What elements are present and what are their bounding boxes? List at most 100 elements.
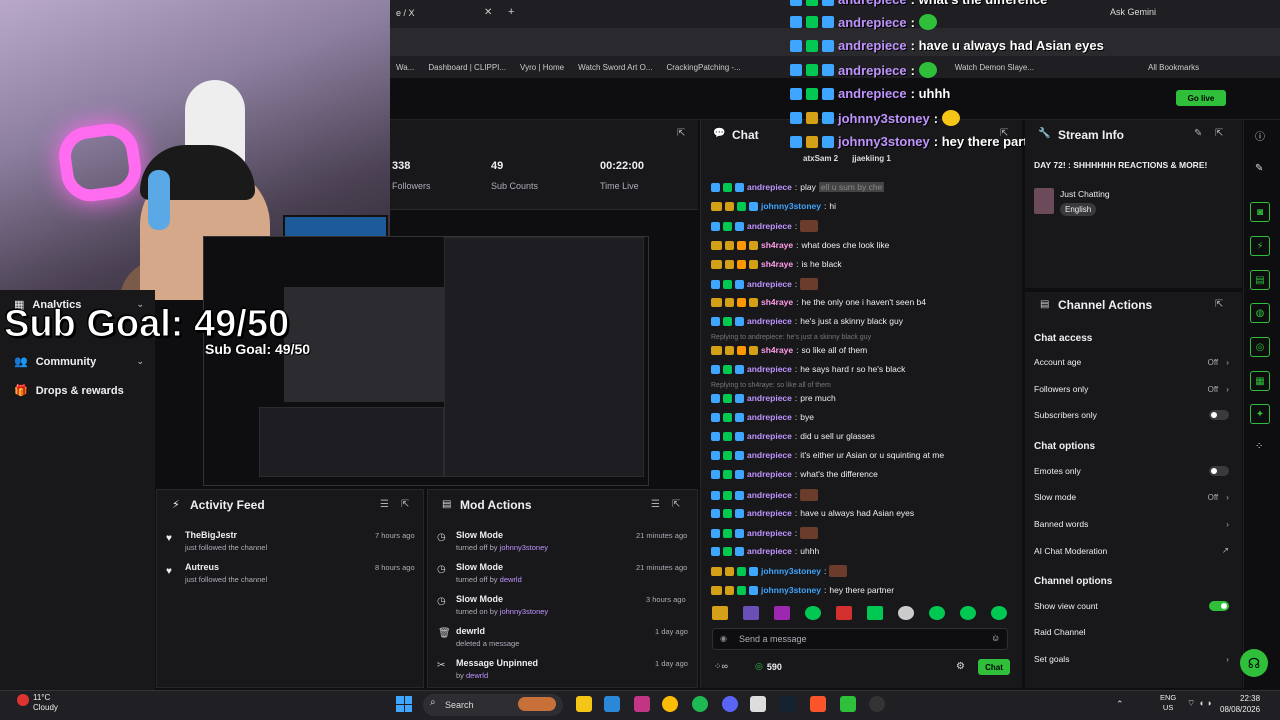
edit-icon[interactable]: ✎	[1255, 163, 1263, 174]
feed-user[interactable]: TheBigJestr	[185, 530, 267, 540]
chat-username[interactable]: andrepiece	[747, 221, 792, 231]
edit-icon[interactable]: ✎	[1194, 128, 1202, 139]
chat-message[interactable]: andrepiece: did u sell ur glasses	[711, 431, 875, 441]
chat-username[interactable]: andrepiece	[747, 364, 792, 374]
emote-icon[interactable]	[898, 606, 914, 620]
chat-username[interactable]: andrepiece	[747, 393, 792, 403]
weather-widget[interactable]: 11°C Cloudy	[33, 693, 58, 713]
subscribers-only-toggle[interactable]	[1209, 410, 1229, 420]
chat-username[interactable]: andrepiece	[747, 528, 792, 538]
chat-message[interactable]: andrepiece: uhhh	[711, 546, 819, 556]
mod-action-name[interactable]: dewrld	[456, 626, 519, 636]
viewer-item[interactable]: atxSam 2	[803, 154, 838, 163]
chat-username[interactable]: johnny3stoney	[761, 201, 821, 211]
chat-message[interactable]: sh4raye: so like all of them	[711, 345, 867, 355]
filter-icon[interactable]: ☰	[380, 499, 389, 510]
account-age-row[interactable]: Account age Off ›	[1034, 357, 1229, 367]
chat-message[interactable]: sh4raye: what does che look like	[711, 240, 889, 250]
info-icon[interactable]: ⓘ	[1255, 128, 1265, 143]
instagram-icon[interactable]	[634, 696, 650, 712]
chat-username[interactable]: andrepiece	[747, 490, 792, 500]
wrench-icon[interactable]: ✦	[1250, 404, 1270, 424]
slow-mode-row[interactable]: Slow mode Off ›	[1034, 492, 1229, 502]
chrome-icon[interactable]	[662, 696, 678, 712]
taskbar-clock[interactable]: 22:38 08/08/2026	[1220, 693, 1260, 715]
new-tab-icon[interactable]: +	[508, 6, 514, 18]
language-tag[interactable]: English	[1060, 203, 1097, 216]
send-chat-button[interactable]: Chat	[978, 659, 1010, 675]
chat-username[interactable]: andrepiece	[747, 508, 792, 518]
stream-category[interactable]: Just Chatting	[1060, 189, 1110, 199]
close-tab-icon[interactable]: ✕	[484, 7, 492, 18]
chat-username[interactable]: andrepiece	[747, 450, 792, 460]
broadcast-icon[interactable]: ◎	[1250, 337, 1270, 357]
raid-channel-row[interactable]: Raid Channel	[1034, 627, 1229, 637]
chat-username[interactable]: johnny3stoney	[761, 566, 821, 576]
chat-username[interactable]: sh4raye	[761, 345, 793, 355]
brave-icon[interactable]	[810, 696, 826, 712]
bookmark-item[interactable]: Vyro | Home	[520, 63, 564, 72]
infinity-icon[interactable]: ⁘∞	[714, 661, 728, 672]
chat-message[interactable]: johnny3stoney: hey there partner	[711, 585, 894, 595]
document-icon[interactable]: ▤	[1250, 270, 1270, 290]
chat-username[interactable]: andrepiece	[747, 412, 792, 422]
popout-icon[interactable]: ⇱	[1215, 299, 1223, 310]
chat-message[interactable]: andrepiece: have u always had Asian eyes	[711, 508, 914, 518]
help-icon[interactable]: ☊	[1240, 649, 1268, 677]
app-icon[interactable]	[840, 696, 856, 712]
chat-message[interactable]: andrepiece:	[711, 278, 819, 290]
chat-message[interactable]: andrepiece: he says hard r so he's black	[711, 364, 905, 374]
popout-icon[interactable]: ⇱	[1215, 128, 1223, 139]
chat-message[interactable]: andrepiece: bye	[711, 412, 814, 422]
chat-message[interactable]: andrepiece: it's either ur Asian or u squ…	[711, 450, 944, 460]
emote-icon[interactable]	[805, 606, 821, 620]
browser-tab-title[interactable]: e / X	[396, 8, 415, 18]
emote-icon[interactable]	[743, 606, 759, 620]
chat-username[interactable]: andrepiece	[747, 279, 792, 289]
bookmark-item[interactable]: Watch Sword Art O...	[578, 63, 652, 72]
chat-username[interactable]: andrepiece	[747, 469, 792, 479]
mod-action-by[interactable]: johnny3stoney	[500, 543, 548, 552]
popout-icon[interactable]: ⇱	[672, 499, 680, 510]
emotes-only-toggle[interactable]	[1209, 466, 1229, 476]
chat-input[interactable]: Send a message	[712, 628, 1008, 650]
calendar-icon[interactable]: ▦	[1250, 371, 1270, 391]
file-explorer-icon[interactable]	[576, 696, 592, 712]
set-goals-row[interactable]: Set goals ›	[1034, 654, 1229, 664]
followers-only-row[interactable]: Followers only Off ›	[1034, 384, 1229, 394]
obs-icon[interactable]	[869, 696, 885, 712]
chat-username[interactable]: andrepiece	[747, 546, 792, 556]
bookmark-item[interactable]: Wa...	[396, 63, 414, 72]
emote-icon[interactable]	[991, 606, 1007, 620]
chat-username[interactable]: johnny3stoney	[761, 585, 821, 595]
chat-message[interactable]: johnny3stoney:	[711, 565, 848, 577]
chat-username[interactable]: andrepiece	[747, 182, 792, 192]
chat-message[interactable]: andrepiece: play ell u sum by che	[711, 182, 885, 192]
chat-message[interactable]: andrepiece: he's just a skinny black guy	[711, 316, 903, 326]
chat-message[interactable]: sh4raye: is he black	[711, 259, 842, 269]
show-view-count-toggle[interactable]	[1209, 601, 1229, 611]
news-widget-icon[interactable]	[518, 697, 556, 711]
emote-icon[interactable]	[774, 606, 790, 620]
chat-username[interactable]: sh4raye	[761, 297, 793, 307]
go-live-button[interactable]: Go live	[1176, 90, 1226, 106]
emote-icon[interactable]	[867, 606, 883, 620]
chat-message[interactable]: andrepiece:	[711, 527, 819, 539]
more-icon[interactable]: ⁘	[1255, 441, 1263, 452]
emote-icon[interactable]	[712, 606, 728, 620]
ask-gemini-button[interactable]: Ask Gemini	[1110, 7, 1156, 17]
app-icon[interactable]	[750, 696, 766, 712]
store-icon[interactable]	[604, 696, 620, 712]
popout-icon[interactable]: ⇱	[401, 499, 409, 510]
windows-start-icon[interactable]	[396, 696, 412, 712]
emote-icon[interactable]	[836, 606, 852, 620]
bolt-icon[interactable]: ⚡	[1250, 236, 1270, 256]
feed-user[interactable]: Autreus	[185, 562, 267, 572]
mod-action-by[interactable]: johnny3stoney	[500, 607, 548, 616]
spotify-icon[interactable]	[692, 696, 708, 712]
mod-action-by[interactable]: dewrld	[500, 575, 522, 584]
location-icon[interactable]: ⌃	[1116, 699, 1124, 710]
chat-username[interactable]: andrepiece	[747, 316, 792, 326]
ai-moderation-row[interactable]: AI Chat Moderation ↗	[1034, 545, 1229, 556]
emote-icon[interactable]	[929, 606, 945, 620]
